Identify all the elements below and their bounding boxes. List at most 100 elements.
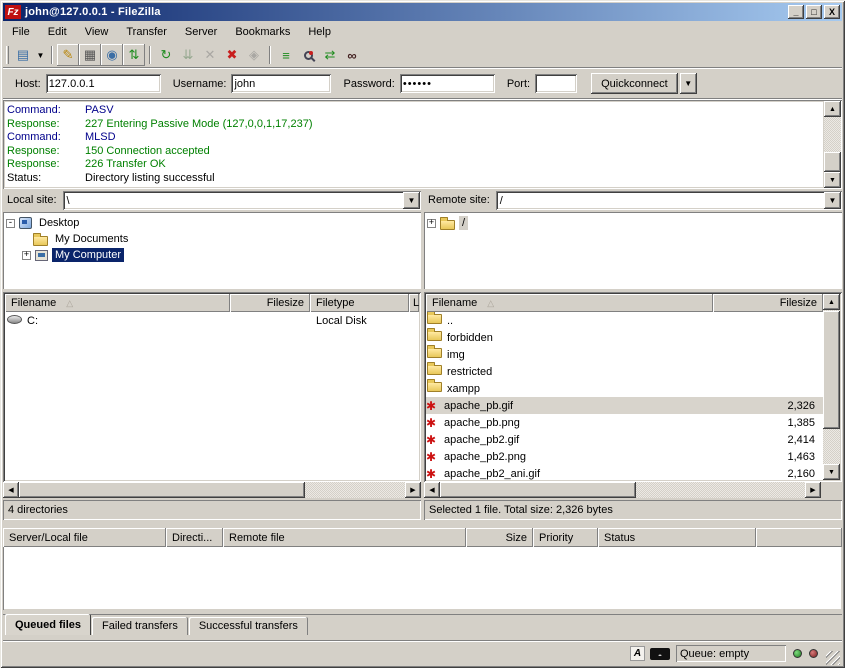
local-site-combo[interactable]: \ ▼ <box>63 191 421 210</box>
synchronized-browsing-icon[interactable]: ⇄ <box>319 44 341 66</box>
directory-listing-filters-icon[interactable]: ≡ <box>275 44 297 66</box>
log-scrollbar[interactable]: ▲ ▼ <box>824 101 841 188</box>
remote-file-row[interactable]: ✱apache_pb2.png1,463 <box>426 448 823 465</box>
remote-file-row[interactable]: ✱apache_pb2_ani.gif2,160 <box>426 465 823 480</box>
scrollbar-thumb[interactable] <box>19 482 305 498</box>
toggle-local-tree-icon[interactable]: ▦ <box>79 44 101 66</box>
menu-view[interactable]: View <box>76 23 118 41</box>
minimize-button[interactable]: _ <box>788 5 804 19</box>
scroll-up-icon[interactable]: ▲ <box>823 294 840 310</box>
close-button[interactable]: X <box>824 5 840 19</box>
local-tree-item-desktop[interactable]: - Desktop <box>6 215 418 231</box>
local-column-filetype[interactable]: Filetype <box>310 294 409 312</box>
quickconnect-dropdown-icon[interactable]: ▼ <box>680 73 697 94</box>
remote-site-dropdown-icon[interactable]: ▼ <box>824 192 841 209</box>
tab-queued-files[interactable]: Queued files <box>5 614 91 635</box>
image-file-icon: ✱ <box>426 417 442 429</box>
sort-ascending-icon: △ <box>487 298 494 309</box>
menu-edit[interactable]: Edit <box>39 23 76 41</box>
queue-column-remote-file[interactable]: Remote file <box>223 528 466 547</box>
remote-file-row[interactable]: .. <box>426 312 823 329</box>
collapse-icon[interactable]: - <box>6 219 15 228</box>
local-horizontal-scrollbar[interactable]: ◀ ▶ <box>3 482 421 498</box>
local-site-dropdown-icon[interactable]: ▼ <box>403 192 420 209</box>
local-column-filename[interactable]: Filename△ <box>5 294 230 312</box>
remote-site-combo[interactable]: / ▼ <box>496 191 842 210</box>
password-input[interactable] <box>400 74 495 93</box>
toggle-message-log-icon[interactable]: ✎ <box>57 44 79 66</box>
menu-help[interactable]: Help <box>299 23 340 41</box>
directory-comparison-icon[interactable] <box>297 44 319 66</box>
tab-failed-transfers[interactable]: Failed transfers <box>92 617 188 635</box>
remote-file-row[interactable]: img <box>426 346 823 363</box>
scrollbar-thumb[interactable] <box>824 152 841 172</box>
scroll-down-icon[interactable]: ▼ <box>823 464 840 480</box>
toolbar-separator <box>51 46 53 64</box>
refresh-icon[interactable]: ↻ <box>155 44 177 66</box>
folder-icon <box>427 331 442 341</box>
remote-vertical-scrollbar[interactable]: ▲ ▼ <box>823 294 840 480</box>
maximize-button[interactable]: □ <box>806 5 822 19</box>
remote-horizontal-scrollbar[interactable]: ◀ ▶ <box>424 482 821 498</box>
remote-column-filesize[interactable]: Filesize <box>713 294 823 312</box>
expand-icon[interactable]: + <box>22 251 31 260</box>
remote-file-row[interactable]: forbidden <box>426 329 823 346</box>
remote-file-row-selected[interactable]: ✱apache_pb.gif2,326 <box>426 397 823 414</box>
username-input[interactable] <box>231 74 331 93</box>
local-tree-item-my-documents[interactable]: My Documents <box>6 231 418 247</box>
reconnect-icon[interactable]: ◈ <box>243 44 265 66</box>
menu-bookmarks[interactable]: Bookmarks <box>226 23 299 41</box>
scroll-right-icon[interactable]: ▶ <box>405 482 421 498</box>
scrollbar-thumb[interactable] <box>440 482 636 498</box>
remote-file-row[interactable]: restricted <box>426 363 823 380</box>
disconnect-icon[interactable]: ✖ <box>221 44 243 66</box>
tab-successful-transfers[interactable]: Successful transfers <box>189 617 308 635</box>
remote-file-row[interactable]: ✱apache_pb2.gif2,414 <box>426 431 823 448</box>
remote-file-row[interactable]: xampp <box>426 380 823 397</box>
resize-grip[interactable] <box>826 651 840 665</box>
scroll-left-icon[interactable]: ◀ <box>424 482 440 498</box>
expand-icon[interactable]: + <box>427 219 436 228</box>
queue-column-priority[interactable]: Priority <box>533 528 598 547</box>
menu-transfer[interactable]: Transfer <box>117 23 176 41</box>
remote-column-filename[interactable]: Filename△ <box>426 294 713 312</box>
queue-column-status[interactable]: Status <box>598 528 756 547</box>
remote-tree-item-root[interactable]: + / <box>427 215 839 231</box>
scroll-left-icon[interactable]: ◀ <box>3 482 19 498</box>
find-files-icon[interactable]: ∞ <box>341 44 363 66</box>
queue-list[interactable] <box>3 547 842 610</box>
scrollbar-thumb[interactable] <box>823 311 840 429</box>
scroll-right-icon[interactable]: ▶ <box>805 482 821 498</box>
local-column-filesize[interactable]: Filesize <box>230 294 310 312</box>
menu-file[interactable]: File <box>3 23 39 41</box>
folder-icon <box>427 365 442 375</box>
process-queue-icon[interactable]: ⇊ <box>177 44 199 66</box>
scroll-up-icon[interactable]: ▲ <box>824 101 841 117</box>
log-line-text: Directory listing successful <box>85 172 215 186</box>
port-input[interactable] <box>535 74 577 93</box>
menu-server[interactable]: Server <box>176 23 226 41</box>
queue-column-direction[interactable]: Directi... <box>166 528 223 547</box>
local-column-lastmodified[interactable]: L <box>409 294 419 312</box>
speed-limit-icon[interactable] <box>650 648 670 660</box>
log-line-label: Response: <box>7 158 85 172</box>
toggle-transfer-queue-icon[interactable]: ⇅ <box>123 44 145 66</box>
scroll-down-icon[interactable]: ▼ <box>824 172 841 188</box>
toggle-remote-tree-icon[interactable]: ◉ <box>101 44 123 66</box>
transfer-type-ascii-icon[interactable]: A <box>630 646 645 661</box>
remote-file-row[interactable]: ✱apache_pb.png1,385 <box>426 414 823 431</box>
host-input[interactable] <box>46 74 161 93</box>
log-line-label: Status: <box>7 172 85 186</box>
local-tree-item-my-computer[interactable]: + My Computer <box>6 247 418 263</box>
open-folder-icon <box>440 220 455 230</box>
message-log: Command:PASV Response:227 Entering Passi… <box>3 100 842 189</box>
site-manager-dropdown-icon[interactable]: ▼ <box>34 44 47 66</box>
site-manager-icon[interactable]: ▤ <box>12 44 34 66</box>
queue-column-server-local-file[interactable]: Server/Local file <box>3 528 166 547</box>
local-file-row[interactable]: C: Local Disk <box>5 312 419 329</box>
queue-column-size[interactable]: Size <box>466 528 533 547</box>
quickconnect-button[interactable]: Quickconnect <box>591 73 678 94</box>
toolbar-grip <box>6 46 9 64</box>
cancel-operation-icon[interactable]: ✕ <box>199 44 221 66</box>
filezilla-window: Fz john@127.0.0.1 - FileZilla _ □ X File… <box>0 0 845 668</box>
